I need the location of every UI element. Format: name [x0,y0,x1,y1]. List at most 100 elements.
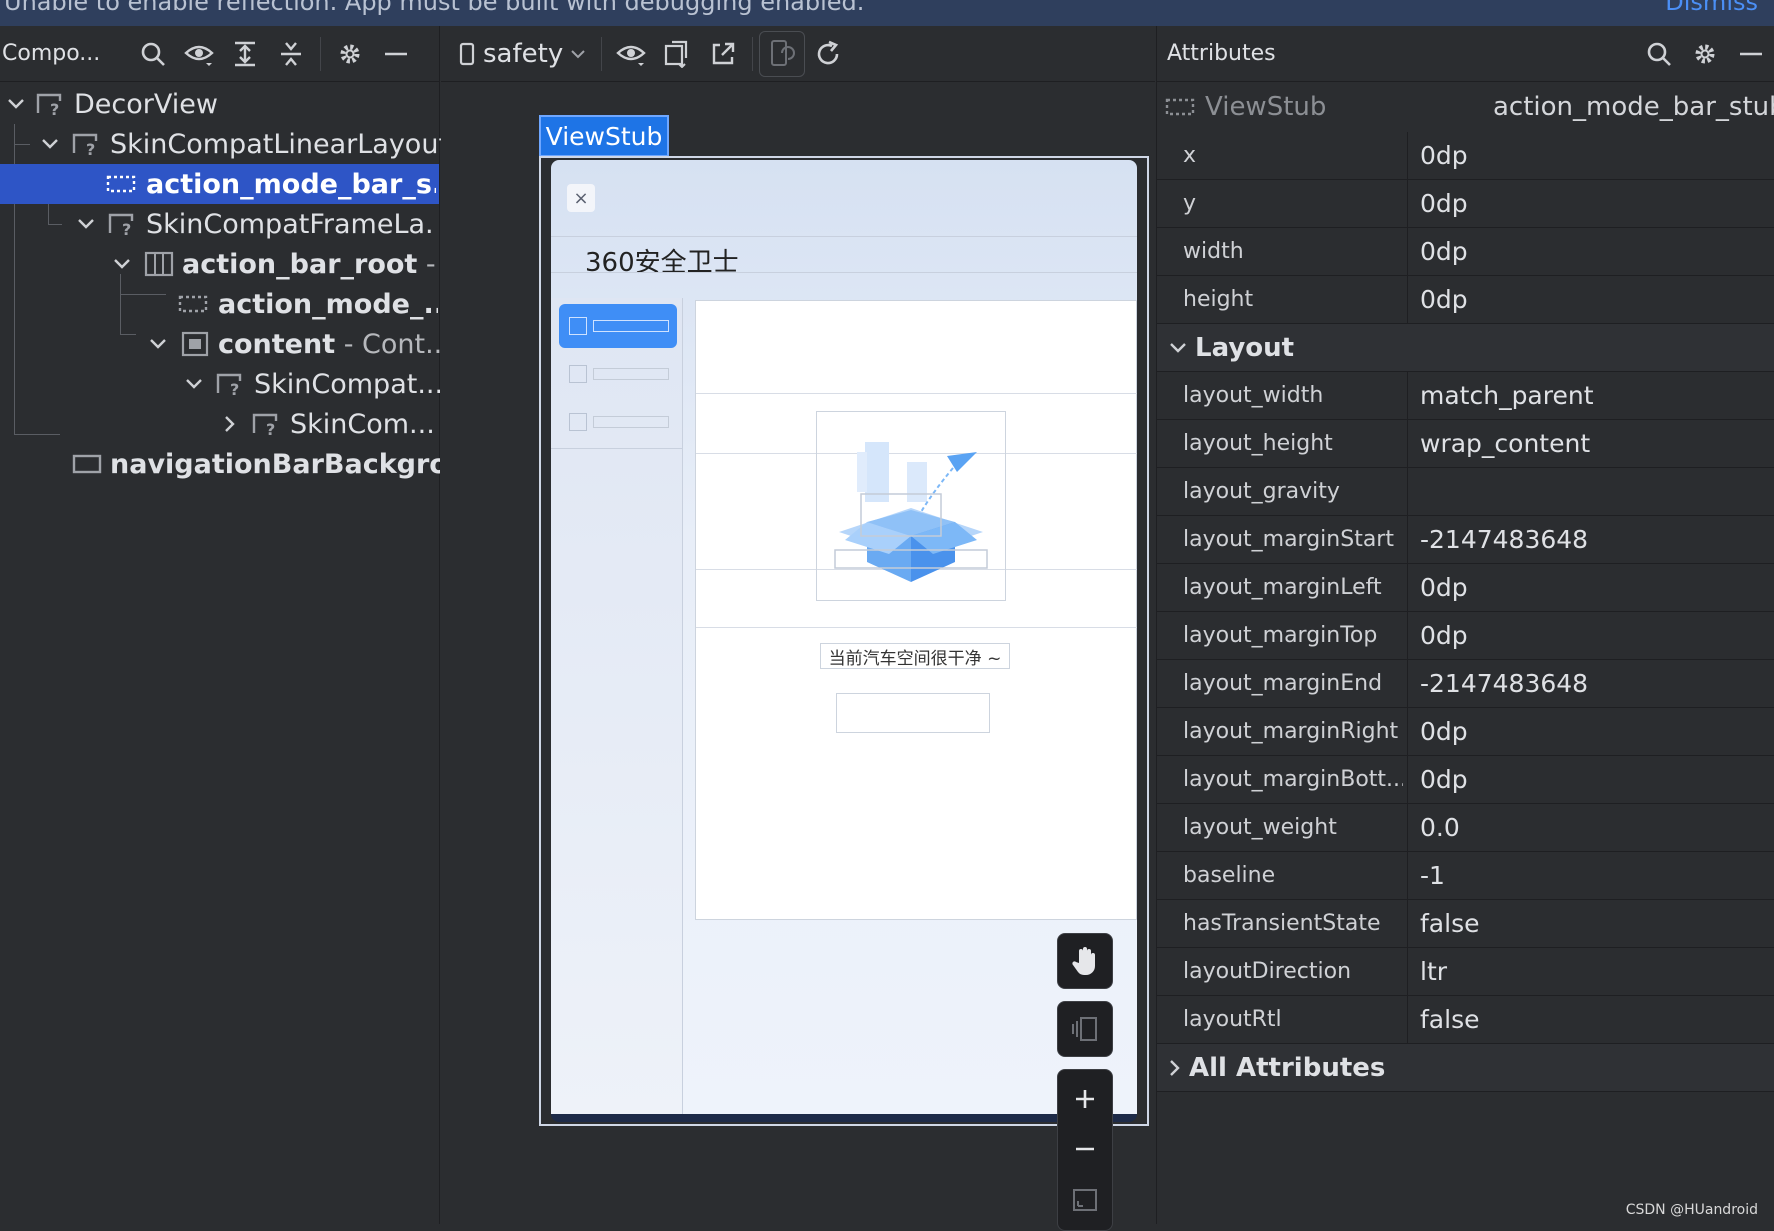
tree-node-action-bar-root[interactable]: action_bar_root -... [0,244,439,284]
fit-screen-icon [1073,1189,1097,1211]
unknown-view-icon: ? [252,411,282,437]
viewstub-icon [178,291,208,317]
tree-node-label: DecorView [74,88,218,120]
attribute-value: -2147483648 [1420,669,1589,698]
tree-node-skincompat[interactable]: ? SkinCompat... [0,364,440,404]
attribute-row[interactable]: layout_width match_parent [1157,372,1774,420]
tree-node-skincom[interactable]: ? SkinCom... [0,404,439,444]
section-title: Layout [1195,332,1295,363]
tree-node-action-mode-bar-stub[interactable]: action_mode_bar_s... [0,164,439,204]
gear-icon[interactable] [327,31,373,77]
attribute-row[interactable]: layout_marginTop 0dp [1157,612,1774,660]
frame-layout-icon [180,331,210,357]
action-button[interactable] [836,693,990,733]
tree-node-skincompatframelayout[interactable]: ? SkinCompatFrameLa... [0,204,439,244]
attribute-row[interactable]: layout_marginRight 0dp [1157,708,1774,756]
attributes-toolbar: Attributes [1157,26,1774,82]
attribute-row[interactable]: hasTransientState false [1157,900,1774,948]
chevron-down-icon[interactable] [112,254,132,274]
attribute-row[interactable]: height 0dp [1157,276,1774,324]
tree-node-action-mode[interactable]: action_mode_... [0,284,439,324]
notification-message: Unable to enable reflection. App must be… [4,0,865,16]
search-icon[interactable] [1636,31,1682,77]
tree-node-label: content [218,328,336,360]
layout-preview-panel: safety ViewStub × 360安全卫士 当前汽车空间很干净 ~ [441,26,1155,1231]
attribute-value: 0dp [1420,621,1468,650]
tree-node-suffix: -... [425,248,438,280]
chevron-down-icon[interactable] [6,94,26,114]
attribute-row[interactable]: layoutRtl false [1157,996,1774,1044]
tree-node-navigationbarbackground[interactable]: navigationBarBackgro... [0,444,440,484]
attribute-row[interactable]: y 0dp [1157,180,1774,228]
tree-node-label: navigationBarBackgro... [110,448,440,480]
all-attributes-section-header[interactable]: All Attributes [1157,1044,1774,1092]
tree-node-decorview[interactable]: ? DecorView [0,84,439,124]
attribute-row[interactable]: layout_marginLeft 0dp [1157,564,1774,612]
eye-icon[interactable] [176,31,222,77]
close-icon[interactable]: × [567,184,595,212]
svg-text:?: ? [86,140,95,156]
attribute-row[interactable]: layout_marginStart -2147483648 [1157,516,1774,564]
attribute-key: layout_gravity [1183,479,1340,504]
attributes-panel: Attributes ViewStub action_mode_bar_stub… [1156,26,1774,1224]
app-sidebar [551,298,683,1114]
device-screen[interactable]: × 360安全卫士 当前汽车空间很干净 ~ [551,160,1137,1122]
svg-text:?: ? [230,380,239,396]
attribute-row[interactable]: layout_marginBott... 0dp [1157,756,1774,804]
layers-icon[interactable] [1057,1001,1113,1057]
chevron-down-icon[interactable] [184,374,204,394]
linear-layout-icon [144,251,174,277]
export-snapshot-icon[interactable] [654,31,700,77]
minimize-icon[interactable] [373,31,419,77]
chevron-down-icon[interactable] [76,214,96,234]
viewstub-icon [1165,98,1195,116]
component-tree: ? DecorView ? SkinCompatLinearLayout act… [0,84,449,484]
attribute-key: layout_height [1183,431,1333,456]
chevron-right-icon[interactable] [220,414,240,434]
attribute-row[interactable]: layout_weight 0.0 [1157,804,1774,852]
refresh-icon[interactable] [805,31,851,77]
attribute-key: baseline [1183,863,1276,888]
open-external-icon[interactable] [700,31,746,77]
device-selector[interactable]: safety [459,39,585,69]
chevron-down-icon [571,49,585,58]
unknown-view-icon: ? [216,371,246,397]
attribute-row[interactable]: baseline -1 [1157,852,1774,900]
unknown-view-icon: ? [36,91,66,117]
attribute-row[interactable]: width 0dp [1157,228,1774,276]
zoom-controls [1057,1069,1113,1231]
chevron-down-icon[interactable] [148,334,168,354]
attribute-key: layout_width [1183,383,1324,408]
attribute-row[interactable]: layout_gravity [1157,468,1774,516]
collapse-all-icon[interactable] [268,31,314,77]
attribute-value: -1 [1420,861,1445,890]
eye-icon[interactable] [608,31,654,77]
attribute-key: layout_marginStart [1183,527,1394,552]
attribute-key: x [1183,143,1197,168]
attribute-row[interactable]: layout_height wrap_content [1157,420,1774,468]
attribute-row[interactable]: layout_marginEnd -2147483648 [1157,660,1774,708]
sidebar-item[interactable] [559,400,677,444]
chevron-down-icon[interactable] [40,134,60,154]
dismiss-link[interactable]: Dismiss [1665,0,1758,16]
sidebar-item[interactable] [559,304,677,348]
tree-node-skincompatlinearlayout[interactable]: ? SkinCompatLinearLayout [0,124,449,164]
sidebar-item[interactable] [559,352,677,396]
attribute-value: 0dp [1420,765,1468,794]
attribute-key: height [1183,287,1254,312]
gear-icon[interactable] [1682,31,1728,77]
attribute-key: hasTransientState [1183,911,1381,936]
design-canvas[interactable]: ViewStub × 360安全卫士 当前汽车空间很干净 ~ [441,83,1155,1231]
attribute-value: 0dp [1420,237,1468,266]
minimize-icon[interactable] [1728,31,1774,77]
expand-all-icon[interactable] [222,31,268,77]
svg-text:?: ? [122,220,131,236]
search-icon[interactable] [130,31,176,77]
tree-node-content[interactable]: content - Cont... [0,324,440,364]
attribute-row[interactable]: layoutDirection ltr [1157,948,1774,996]
attribute-row[interactable]: x 0dp [1157,132,1774,180]
layout-section-header[interactable]: Layout [1157,324,1774,372]
tree-node-label: SkinCompatLinearLayout [110,128,450,160]
live-updates-icon[interactable] [759,30,806,77]
pan-hand-icon[interactable] [1057,933,1113,989]
